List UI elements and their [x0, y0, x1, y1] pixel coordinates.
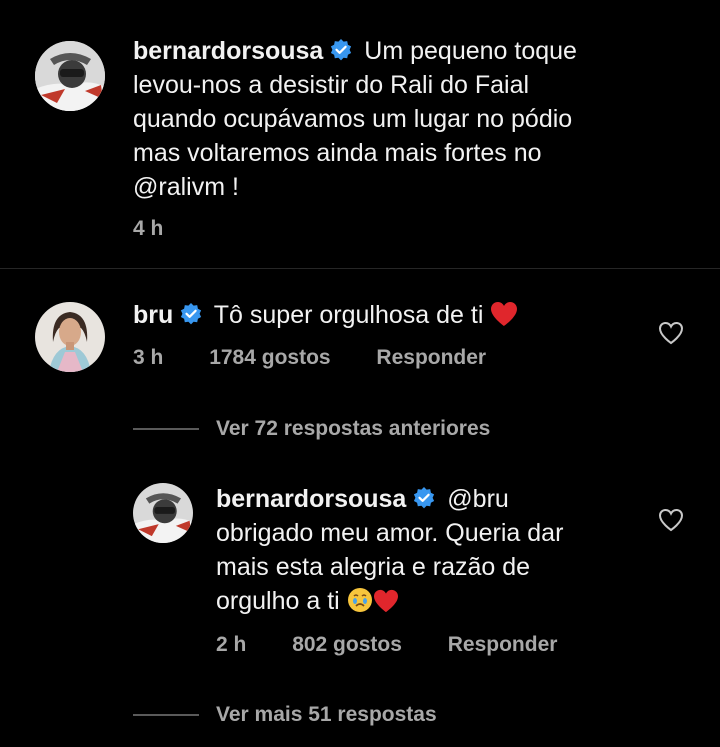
comment-body: bru Tô super orgulhosa de ti	[133, 298, 633, 332]
verified-badge-icon	[181, 303, 202, 325]
comment-reply-button[interactable]: Responder	[376, 346, 486, 369]
reply-body: bernardorsousa @bru obrigado meu amor. Q…	[216, 482, 636, 618]
crying-face-emoji-icon	[347, 588, 372, 612]
reply-meta: 2 h 802 gostos Responder	[216, 633, 597, 657]
caption-divider	[0, 268, 720, 269]
reply-text-line: obrigado meu amor. Queria dar	[216, 519, 564, 547]
caption-line-1: bernardorsousa Um pequeno toque	[133, 34, 693, 68]
comment-timestamp: 3 h	[133, 346, 164, 369]
caption-text-line: mas voltaremos ainda mais fortes no	[133, 139, 542, 167]
reply-avatar[interactable]	[133, 483, 193, 543]
reply-last-line: orgulho a ti	[216, 584, 636, 618]
caption-body: bernardorsousa Um pequeno toque levou-no…	[133, 34, 693, 204]
caption-username[interactable]: bernardorsousa	[133, 37, 323, 65]
caption-text-line: quando ocupávamos um lugar no pódio	[133, 105, 573, 133]
comment-meta: 3 h 1784 gostos Responder	[133, 346, 526, 370]
reply-reply-button[interactable]: Responder	[448, 633, 558, 656]
thread-line	[133, 714, 199, 716]
reply-line-1: bernardorsousa @bru	[216, 482, 636, 516]
comment-likes-count[interactable]: 1784 gostos	[209, 346, 330, 369]
comment-text: Tô super orgulhosa de ti	[213, 301, 484, 329]
reply-likes-count[interactable]: 802 gostos	[292, 633, 402, 656]
reply-text-line: orgulho a ti	[216, 587, 340, 615]
heart-emoji-icon	[491, 302, 518, 326]
caption-avatar[interactable]	[35, 41, 105, 111]
reply-timestamp: 2 h	[216, 633, 247, 656]
caption-mention-line[interactable]: @ralivm !	[133, 170, 693, 204]
verified-badge-icon	[331, 39, 352, 61]
view-previous-label[interactable]: Ver 72 respostas anteriores	[216, 417, 490, 441]
bru-avatar-image	[35, 302, 105, 372]
view-more-label[interactable]: Ver mais 51 respostas	[216, 703, 437, 727]
driver-avatar-image	[35, 41, 105, 111]
verified-badge-icon	[414, 487, 435, 509]
like-heart-icon[interactable]	[658, 508, 684, 532]
reply-text-line: mais esta alegria e razão de	[216, 553, 531, 581]
reply-mention[interactable]: @bru	[447, 485, 509, 513]
comment-username[interactable]: bru	[133, 301, 173, 329]
driver-avatar-image	[133, 483, 193, 543]
thread-line	[133, 428, 199, 430]
caption-meta: 4 h	[133, 217, 203, 241]
caption-text-line: levou-nos a desistir do Rali do Faial	[133, 71, 530, 99]
comment-avatar[interactable]	[35, 302, 105, 372]
caption-text-line: Um pequeno toque	[364, 37, 577, 65]
reply-username[interactable]: bernardorsousa	[216, 485, 406, 513]
heart-emoji-icon	[373, 589, 398, 613]
like-heart-icon[interactable]	[658, 321, 684, 345]
caption-timestamp: 4 h	[133, 217, 164, 240]
